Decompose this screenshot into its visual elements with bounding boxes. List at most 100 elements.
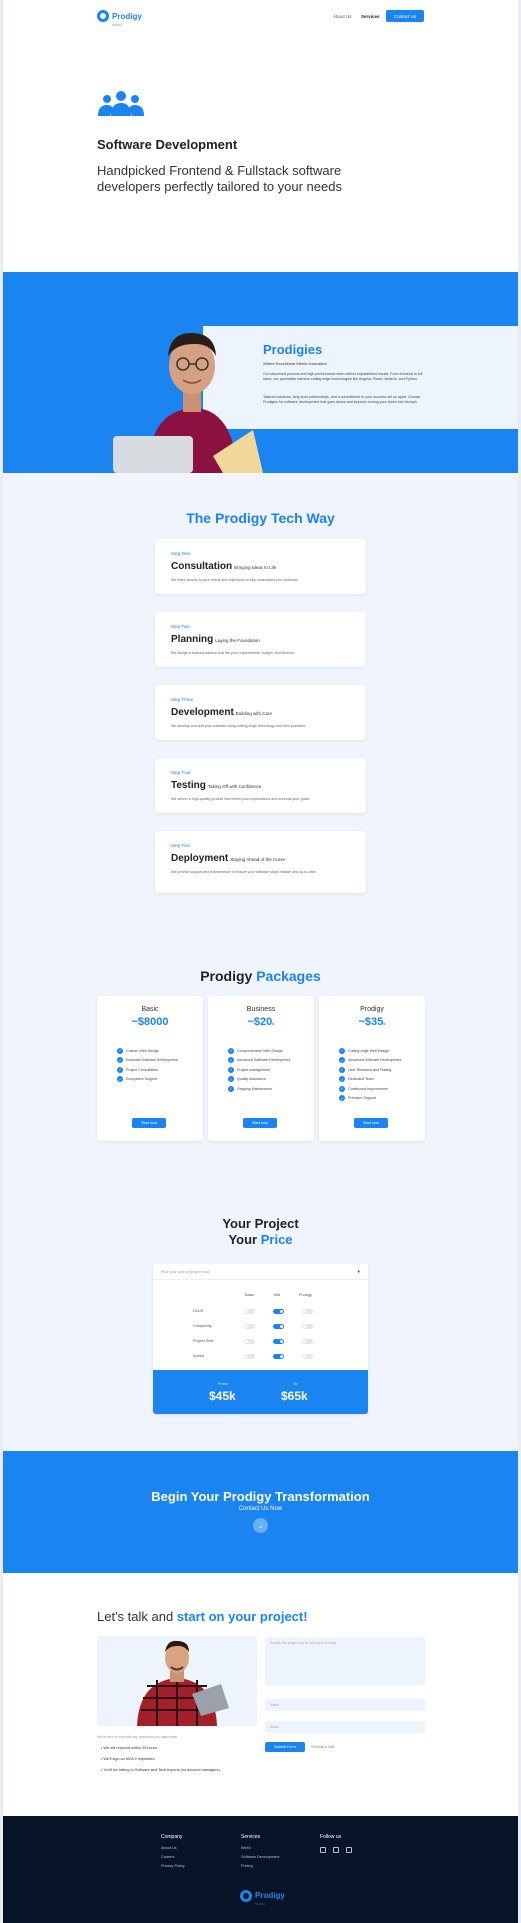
email-field[interactable]: Email (265, 1721, 425, 1733)
step-name: Development Building with Care (171, 707, 273, 718)
chevron-down-icon[interactable]: ⌄ (253, 1518, 268, 1533)
toggle-basic[interactable] (244, 1339, 255, 1344)
prodigies-paragraph-1: Our structured process and high performa… (263, 372, 423, 381)
step-number: Step Four (171, 770, 191, 775)
step-tagline: Laying the Foundation (215, 638, 260, 643)
step-card: Step Five Deployment Staying Ahead of the… (155, 831, 366, 893)
footer-logo[interactable]: Prodigy TECH (240, 1885, 285, 1906)
package-card-prodigy: Prodigy ~$35k ✓ Cutting-edge Web Design ✓… (319, 996, 425, 1141)
toggle-mid[interactable] (273, 1309, 284, 1314)
brand-sub: TECH (112, 22, 123, 27)
feature-item: ✓ Essential Software Development (117, 1057, 178, 1064)
step-card: Step One Consultation Bringing Ideas to L… (155, 539, 366, 594)
check-icon: ✓ (339, 1047, 345, 1054)
toggle-mid[interactable] (273, 1354, 284, 1359)
toggle-prodigy[interactable] (302, 1324, 313, 1329)
start-now-button[interactable]: Start now (132, 1118, 166, 1128)
book-a-call-link[interactable]: Or book a Call (311, 1745, 334, 1749)
name-field[interactable]: Name (265, 1699, 425, 1711)
feature-item: ✓ Comprehensive Web Design (228, 1047, 283, 1054)
footer-link-web3[interactable]: Web3 (241, 1846, 251, 1850)
tech-way-title: The Prodigy Tech Way (186, 510, 335, 526)
package-name: Business (246, 1006, 276, 1013)
prodigies-tagline: Where Excellence Meets Innovation (263, 361, 327, 366)
step-name: Planning Laying the Foundation (171, 634, 260, 645)
price-result: From: $45k To: $65k (153, 1370, 368, 1414)
feature-item: ✓ Project Consultation (117, 1066, 159, 1073)
check-icon: ✓ (117, 1057, 123, 1064)
prodigies-paragraph-2: Tailored solutions, long-term partnershi… (263, 395, 421, 404)
page: Prodigy TECH About Us Services Contact U… (3, 0, 518, 1923)
package-price: ~$35k (358, 1016, 386, 1028)
check-icon: ✓ (339, 1085, 345, 1092)
chevron-down-icon: ▾ (357, 1269, 360, 1275)
toggle-mid[interactable] (273, 1339, 284, 1344)
step-number: Step Three (171, 697, 194, 702)
contact-photo (97, 1636, 257, 1726)
footer-brand-sub: TECH (255, 1902, 266, 1906)
packages-title: Prodigy Packages (200, 968, 321, 984)
facebook-icon[interactable] (333, 1847, 339, 1853)
footer-brand-name: Prodigy (255, 1891, 285, 1900)
footer-link-about[interactable]: About Us (161, 1846, 177, 1850)
package-price: ~$8000 (131, 1016, 169, 1028)
contact-bullet: • We'll sign an NDA if requested. (101, 1757, 156, 1761)
footer-link-software[interactable]: Software Development (241, 1855, 279, 1859)
footer-company-heading: Company (161, 1834, 183, 1840)
check-icon: ✓ (339, 1076, 345, 1083)
toggle-basic[interactable] (244, 1309, 255, 1314)
footer-link-privacy[interactable]: Privacy Policy (161, 1864, 185, 1868)
feature-item: ✓ User Research and Testing (339, 1066, 392, 1073)
column-basic: Basic (245, 1293, 255, 1297)
feature-item: ✓ Advanced Software Development (228, 1057, 291, 1064)
toggle-prodigy[interactable] (302, 1339, 313, 1344)
footer-link-pricing[interactable]: Pricing (241, 1864, 253, 1868)
package-name: Prodigy (360, 1006, 384, 1013)
hero-title: Software Development (97, 137, 238, 152)
step-number: Step Five (171, 843, 191, 848)
package-card-basic: Basic ~$8000 ✓ Custom Web Design ✓ Essenti… (97, 996, 203, 1141)
nav-services-link[interactable]: Services (361, 14, 380, 19)
toggle-prodigy[interactable] (302, 1309, 313, 1314)
contact-us-button[interactable]: Contact Us (386, 10, 424, 22)
team-icon (98, 91, 144, 116)
check-icon: ✓ (117, 1047, 123, 1054)
start-now-button[interactable]: Start now (243, 1118, 277, 1128)
nav-about-link[interactable]: About Us (333, 14, 352, 19)
check-icon: ✓ (228, 1066, 234, 1073)
top-nav: Prodigy TECH About Us Services Contact U… (3, 0, 518, 32)
project-type-select[interactable]: Pick your type of project now ▾ (153, 1264, 368, 1280)
step-number: Step Two (171, 624, 190, 629)
column-prodigy: Prodigy (299, 1293, 312, 1297)
step-name: Deployment Staying Ahead of the Curve (171, 853, 286, 864)
start-now-button[interactable]: Start now (354, 1118, 388, 1128)
message-textarea[interactable]: Explain the project you're looking to de… (265, 1637, 425, 1685)
row-label: Project Size (193, 1339, 214, 1343)
footer-link-careers[interactable]: Careers (161, 1855, 175, 1859)
toggle-basic[interactable] (244, 1324, 255, 1329)
brand-logo[interactable]: Prodigy TECH (97, 8, 157, 27)
step-tagline: Bringing Ideas to Life (234, 565, 277, 570)
toggle-prodigy[interactable] (302, 1354, 313, 1359)
brand-name: Prodigy (112, 11, 142, 21)
contact-us-now-link[interactable]: Contact Us Now (3, 1506, 518, 1512)
toggle-basic[interactable] (244, 1354, 255, 1359)
package-card-business: Business ~$20k ✓ Comprehensive Web Design… (208, 996, 314, 1141)
step-tagline: Staying Ahead of the Curve (230, 857, 286, 862)
calculator-title: Your Project Your Price (222, 1216, 299, 1247)
contact-bullet: • We will respond within 24 hours. (101, 1746, 158, 1750)
hero-subtitle: Handpicked Frontend & Fullstack software… (97, 163, 342, 194)
instagram-icon[interactable] (346, 1847, 352, 1853)
check-icon: ✓ (228, 1047, 234, 1054)
check-icon: ✓ (339, 1095, 345, 1102)
row-label: Speed (193, 1354, 204, 1358)
feature-item: ✓ Project management (228, 1066, 271, 1073)
submit-form-button[interactable]: Submit Form (265, 1742, 305, 1752)
to-label: To: (293, 1382, 299, 1386)
price-calculator: Pick your type of project now ▾ Basic Mi… (153, 1264, 368, 1414)
linkedin-icon[interactable] (320, 1847, 326, 1853)
step-card: Step Two Planning Laying the Foundation W… (155, 612, 366, 667)
toggle-mid[interactable] (273, 1324, 284, 1329)
gear-logo-icon (97, 10, 109, 22)
feature-item: ✓ Ongoing Maintenance (228, 1085, 273, 1092)
